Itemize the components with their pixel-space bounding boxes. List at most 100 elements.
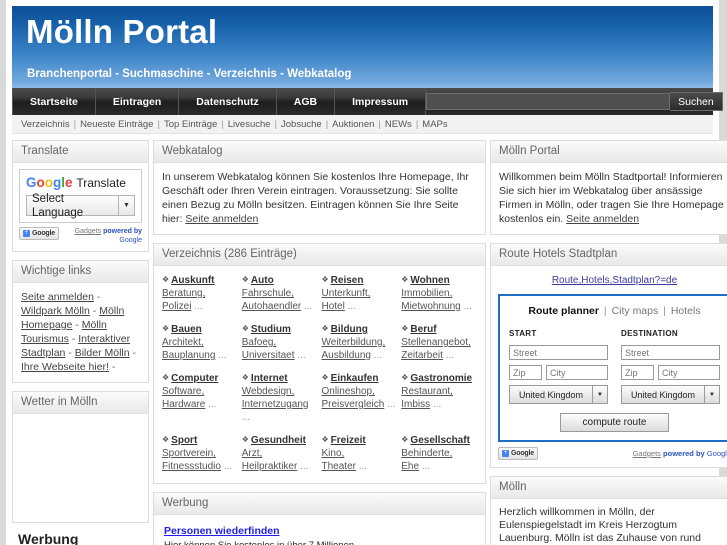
directory-category-link[interactable]: Wohnen — [410, 275, 449, 286]
directory-subcategory-link[interactable]: Stellenangebot, — [401, 337, 471, 348]
portal-anmelden-link[interactable]: Seite anmelden — [566, 213, 639, 225]
chevron-down-icon: ▼ — [118, 196, 134, 215]
directory-subcategory-link[interactable]: Mietwohnung — [401, 301, 460, 312]
directory-subcategory-link[interactable]: Ausbildung — [322, 350, 371, 361]
start-street-input[interactable] — [509, 345, 608, 360]
directory-subcategory-link[interactable]: Behinderte, — [401, 448, 452, 459]
directory-category-header: ❖ Beruf — [401, 322, 477, 336]
link-wildpark-moelln[interactable]: Wildpark Mölln — [21, 305, 90, 317]
ad-headline-link[interactable]: Personen wiederfinden — [164, 525, 280, 537]
directory-category-link[interactable]: Beruf — [410, 324, 436, 335]
directory-category-link[interactable]: Sport — [171, 435, 197, 446]
tab-city-maps[interactable]: City maps — [612, 305, 659, 317]
directory-subcategory-link[interactable]: Universitaet — [242, 350, 295, 361]
directory-category-link[interactable]: Bildung — [331, 324, 368, 335]
directory-category-link[interactable]: Gastronomie — [410, 373, 472, 384]
directory-category-link[interactable]: Einkaufen — [331, 373, 379, 384]
destination-country-select[interactable]: United Kingdom ▼ — [621, 385, 720, 404]
directory-subcategory-link[interactable]: Bafoeg, — [242, 337, 276, 348]
directory-category-link[interactable]: Bauen — [171, 324, 202, 335]
directory-subcategory-link[interactable]: Autohaendler — [242, 301, 302, 312]
google-plus-one-button[interactable]: + Google — [498, 447, 538, 460]
directory-subcategory-link[interactable]: Hotel — [322, 301, 345, 312]
search-button[interactable]: Suchen — [670, 92, 723, 111]
route-top-link[interactable]: Route,Hotels,Stadtplan?=de — [498, 274, 727, 288]
directory-subcategory-link[interactable]: Bauplanung — [162, 350, 215, 361]
compute-route-button[interactable]: compute route — [559, 413, 670, 432]
directory-subcategory-link[interactable]: Weiterbildung, — [322, 337, 386, 348]
start-city-input[interactable] — [546, 365, 608, 380]
directory-subcategory-link[interactable]: Architekt, — [162, 337, 204, 348]
directory-subcategory-link[interactable]: Heilpraktiker — [242, 461, 298, 472]
nav-item-impressum[interactable]: Impressum — [335, 88, 427, 115]
link-separator: - — [68, 347, 72, 359]
directory-subcategory-link[interactable]: Hardware — [162, 399, 205, 410]
link-seite-anmelden[interactable]: Seite anmelden — [21, 291, 94, 303]
nav-item-eintragen[interactable]: Eintragen — [96, 88, 180, 115]
directory-subcategory-link[interactable]: Sportverein, — [162, 448, 216, 459]
nav-item-agb[interactable]: AGB — [277, 88, 336, 115]
search-input[interactable] — [426, 93, 671, 110]
directory-category-link[interactable]: Gesellschaft — [410, 435, 469, 446]
diamond-bullet-icon: ❖ — [162, 275, 170, 284]
directory-subcategory-link[interactable]: Polizei — [162, 301, 191, 312]
subnav-item-jobsuche[interactable]: Jobsuche — [281, 119, 322, 130]
subnav-item-auktionen[interactable]: Auktionen — [332, 119, 374, 130]
link-ihre-webseite-hier[interactable]: Ihre Webseite hier! — [21, 361, 109, 373]
directory-subcategory-link[interactable]: Theater — [322, 461, 356, 472]
directory-subcategory-link[interactable]: Preisvergleich — [322, 399, 385, 410]
directory-subcategory-link[interactable]: Fahrschule, — [242, 288, 294, 299]
directory-subcategory-link[interactable]: Onlineshop, — [322, 386, 375, 397]
destination-city-input[interactable] — [658, 365, 720, 380]
start-zip-input[interactable] — [509, 365, 542, 380]
nav-item-datenschutz[interactable]: Datenschutz — [179, 88, 277, 115]
directory-category-link[interactable]: Computer — [171, 373, 218, 384]
subnav-item-verzeichnis[interactable]: Verzeichnis — [21, 119, 70, 130]
directory-subcategory-link[interactable]: Arzt, — [242, 448, 263, 459]
directory-category-link[interactable]: Studium — [251, 324, 291, 335]
directory-category: ❖ Auto Fahrschule, Autohaendler ... — [242, 273, 318, 313]
gadgets-link[interactable]: Gadgets — [633, 449, 661, 458]
tab-route-planner[interactable]: Route planner — [528, 305, 599, 317]
subnav-item-top-eintraege[interactable]: Top Einträge — [164, 119, 217, 130]
directory-subcategory-link[interactable]: Software, — [162, 386, 204, 397]
google-translate-logo: Google Translate — [26, 175, 126, 190]
directory-subcategory-link[interactable]: Webdesign, — [242, 386, 295, 397]
directory-category-link[interactable]: Gesundheit — [251, 435, 306, 446]
directory-subcategory-link[interactable]: Restaurant, — [401, 386, 453, 397]
directory-subcategory-link[interactable]: Ehe — [401, 461, 419, 472]
gadgets-link[interactable]: Gadgets — [75, 228, 101, 235]
subnav-item-neueste-eintraege[interactable]: Neueste Einträge — [80, 119, 153, 130]
subnav-item-news[interactable]: NEWs — [385, 119, 412, 130]
directory-category-link[interactable]: Internet — [251, 373, 288, 384]
start-country-select[interactable]: United Kingdom ▼ — [509, 385, 608, 404]
tab-hotels[interactable]: Hotels — [671, 305, 701, 317]
directory-subcategory: Bauplanung ... — [162, 349, 238, 362]
directory-subcategory-link[interactable]: Kino, — [322, 448, 345, 459]
directory-category-link[interactable]: Reisen — [331, 275, 364, 286]
subnav-item-maps[interactable]: MAPs — [422, 119, 447, 130]
directory-subcategory-link[interactable]: Unterkunft, — [322, 288, 371, 299]
nav-item-startseite[interactable]: Startseite — [12, 88, 96, 115]
directory-category-header: ❖ Sport — [162, 433, 238, 447]
subnav-item-livesuche[interactable]: Livesuche — [228, 119, 271, 130]
directory-category-link[interactable]: Auto — [251, 275, 274, 286]
link-bilder-moelln[interactable]: Bilder Mölln — [75, 347, 130, 359]
directory-subcategory-link[interactable]: Beratung, — [162, 288, 205, 299]
directory-subcategory-link[interactable]: Imbiss — [401, 399, 430, 410]
directory-subcategory-link[interactable]: Immobilien, — [401, 288, 452, 299]
directory-subcategory-link[interactable]: Fitnessstudio — [162, 461, 221, 472]
destination-street-input[interactable] — [621, 345, 720, 360]
language-select[interactable]: Select Language ▼ — [26, 193, 135, 219]
destination-zip-input[interactable] — [621, 365, 654, 380]
directory-category-link[interactable]: Auskunft — [171, 275, 214, 286]
panel-werbung-heading: Werbung — [154, 493, 485, 515]
directory-category-link[interactable]: Freizeit — [331, 435, 366, 446]
left-sidebar: Translate Google Translate Select Langua… — [12, 140, 149, 545]
directory-subcategory-link[interactable]: Zeitarbeit — [401, 350, 443, 361]
directory-subcategory-link[interactable]: Internetzugang — [242, 399, 309, 410]
google-plus-one-button[interactable]: + Google — [19, 227, 59, 240]
webkatalog-anmelden-link[interactable]: Seite anmelden — [185, 213, 258, 225]
directory-category-header: ❖ Gesellschaft — [401, 433, 477, 447]
directory-category: ❖ Beruf Stellenangebot, Zeitarbeit ... — [401, 322, 477, 362]
